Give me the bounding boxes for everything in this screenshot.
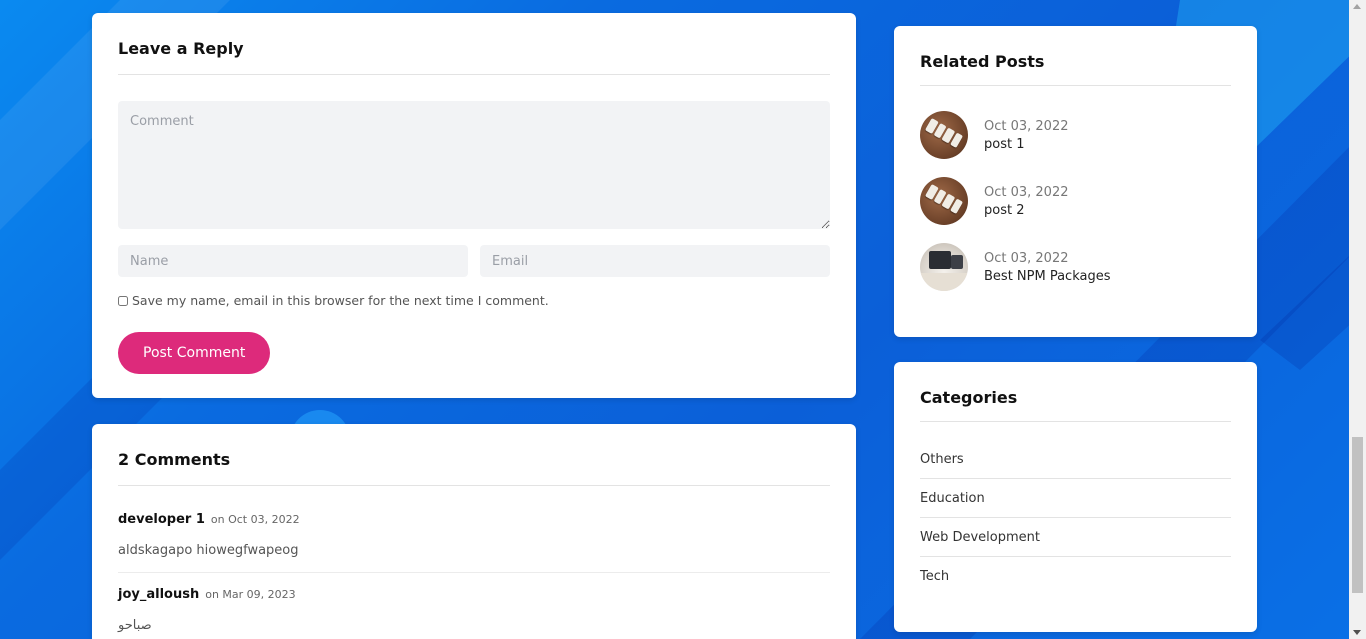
leave-reply-card: Leave a Reply Save my name, email in thi… bbox=[92, 13, 856, 398]
categories-title: Categories bbox=[920, 388, 1231, 422]
post-thumbnail-image[interactable] bbox=[920, 243, 968, 291]
save-info-row: Save my name, email in this browser for … bbox=[118, 293, 830, 308]
category-item-tech[interactable]: Tech bbox=[920, 557, 1231, 596]
categories-card: Categories Others Education Web Developm… bbox=[894, 362, 1257, 632]
related-post-date: Oct 03, 2022 bbox=[984, 250, 1069, 266]
email-input[interactable] bbox=[480, 245, 830, 277]
comments-title: 2 Comments bbox=[118, 450, 830, 486]
related-post-title[interactable]: Best NPM Packages bbox=[984, 269, 1111, 284]
related-post-item[interactable]: Oct 03, 2022 post 2 bbox=[920, 176, 1231, 226]
related-post-item[interactable]: Oct 03, 2022 post 1 bbox=[920, 110, 1231, 160]
save-info-label: Save my name, email in this browser for … bbox=[132, 293, 549, 308]
category-item-others[interactable]: Others bbox=[920, 440, 1231, 479]
related-posts-title: Related Posts bbox=[920, 52, 1231, 86]
vertical-scrollbar[interactable] bbox=[1349, 0, 1366, 639]
comment-item: developer 1 on Oct 03, 2022 aldskagapo h… bbox=[118, 486, 830, 573]
comments-card: 2 Comments developer 1 on Oct 03, 2022 a… bbox=[92, 424, 856, 639]
scrollbar-thumb[interactable] bbox=[1352, 437, 1363, 593]
name-input[interactable] bbox=[118, 245, 468, 277]
related-post-title[interactable]: post 1 bbox=[984, 137, 1069, 152]
comment-textarea[interactable] bbox=[118, 101, 830, 229]
related-posts-card: Related Posts Oct 03, 2022 post 1 Oct 03… bbox=[894, 26, 1257, 337]
save-info-checkbox[interactable] bbox=[118, 295, 128, 306]
scroll-down-arrow-icon[interactable] bbox=[1353, 630, 1361, 635]
comment-date: on Mar 09, 2023 bbox=[205, 588, 296, 601]
comment-body: صباحو bbox=[118, 618, 152, 633]
related-post-item[interactable]: Oct 03, 2022 Best NPM Packages bbox=[920, 242, 1231, 292]
related-post-title[interactable]: post 2 bbox=[984, 203, 1069, 218]
name-email-row bbox=[118, 245, 830, 277]
comment-body: aldskagapo hiowegfwapeog bbox=[118, 543, 299, 558]
post-thumbnail-image[interactable] bbox=[920, 177, 968, 225]
related-post-date: Oct 03, 2022 bbox=[984, 184, 1069, 200]
related-post-date: Oct 03, 2022 bbox=[984, 118, 1069, 134]
post-comment-button[interactable]: Post Comment bbox=[118, 332, 271, 374]
categories-list: Others Education Web Development Tech bbox=[920, 440, 1231, 596]
category-item-web-development[interactable]: Web Development bbox=[920, 518, 1231, 557]
scroll-up-arrow-icon[interactable] bbox=[1353, 4, 1361, 9]
comment-author: developer 1 bbox=[118, 512, 205, 527]
reply-title: Leave a Reply bbox=[118, 39, 830, 75]
related-posts-list: Oct 03, 2022 post 1 Oct 03, 2022 post 2 … bbox=[920, 110, 1231, 292]
comment-date: on Oct 03, 2022 bbox=[210, 513, 300, 526]
comment-item: joy_alloush on Mar 09, 2023 صباحو bbox=[118, 573, 830, 639]
comment-author: joy_alloush bbox=[118, 587, 200, 602]
category-item-education[interactable]: Education bbox=[920, 479, 1231, 518]
post-thumbnail-image[interactable] bbox=[920, 111, 968, 159]
